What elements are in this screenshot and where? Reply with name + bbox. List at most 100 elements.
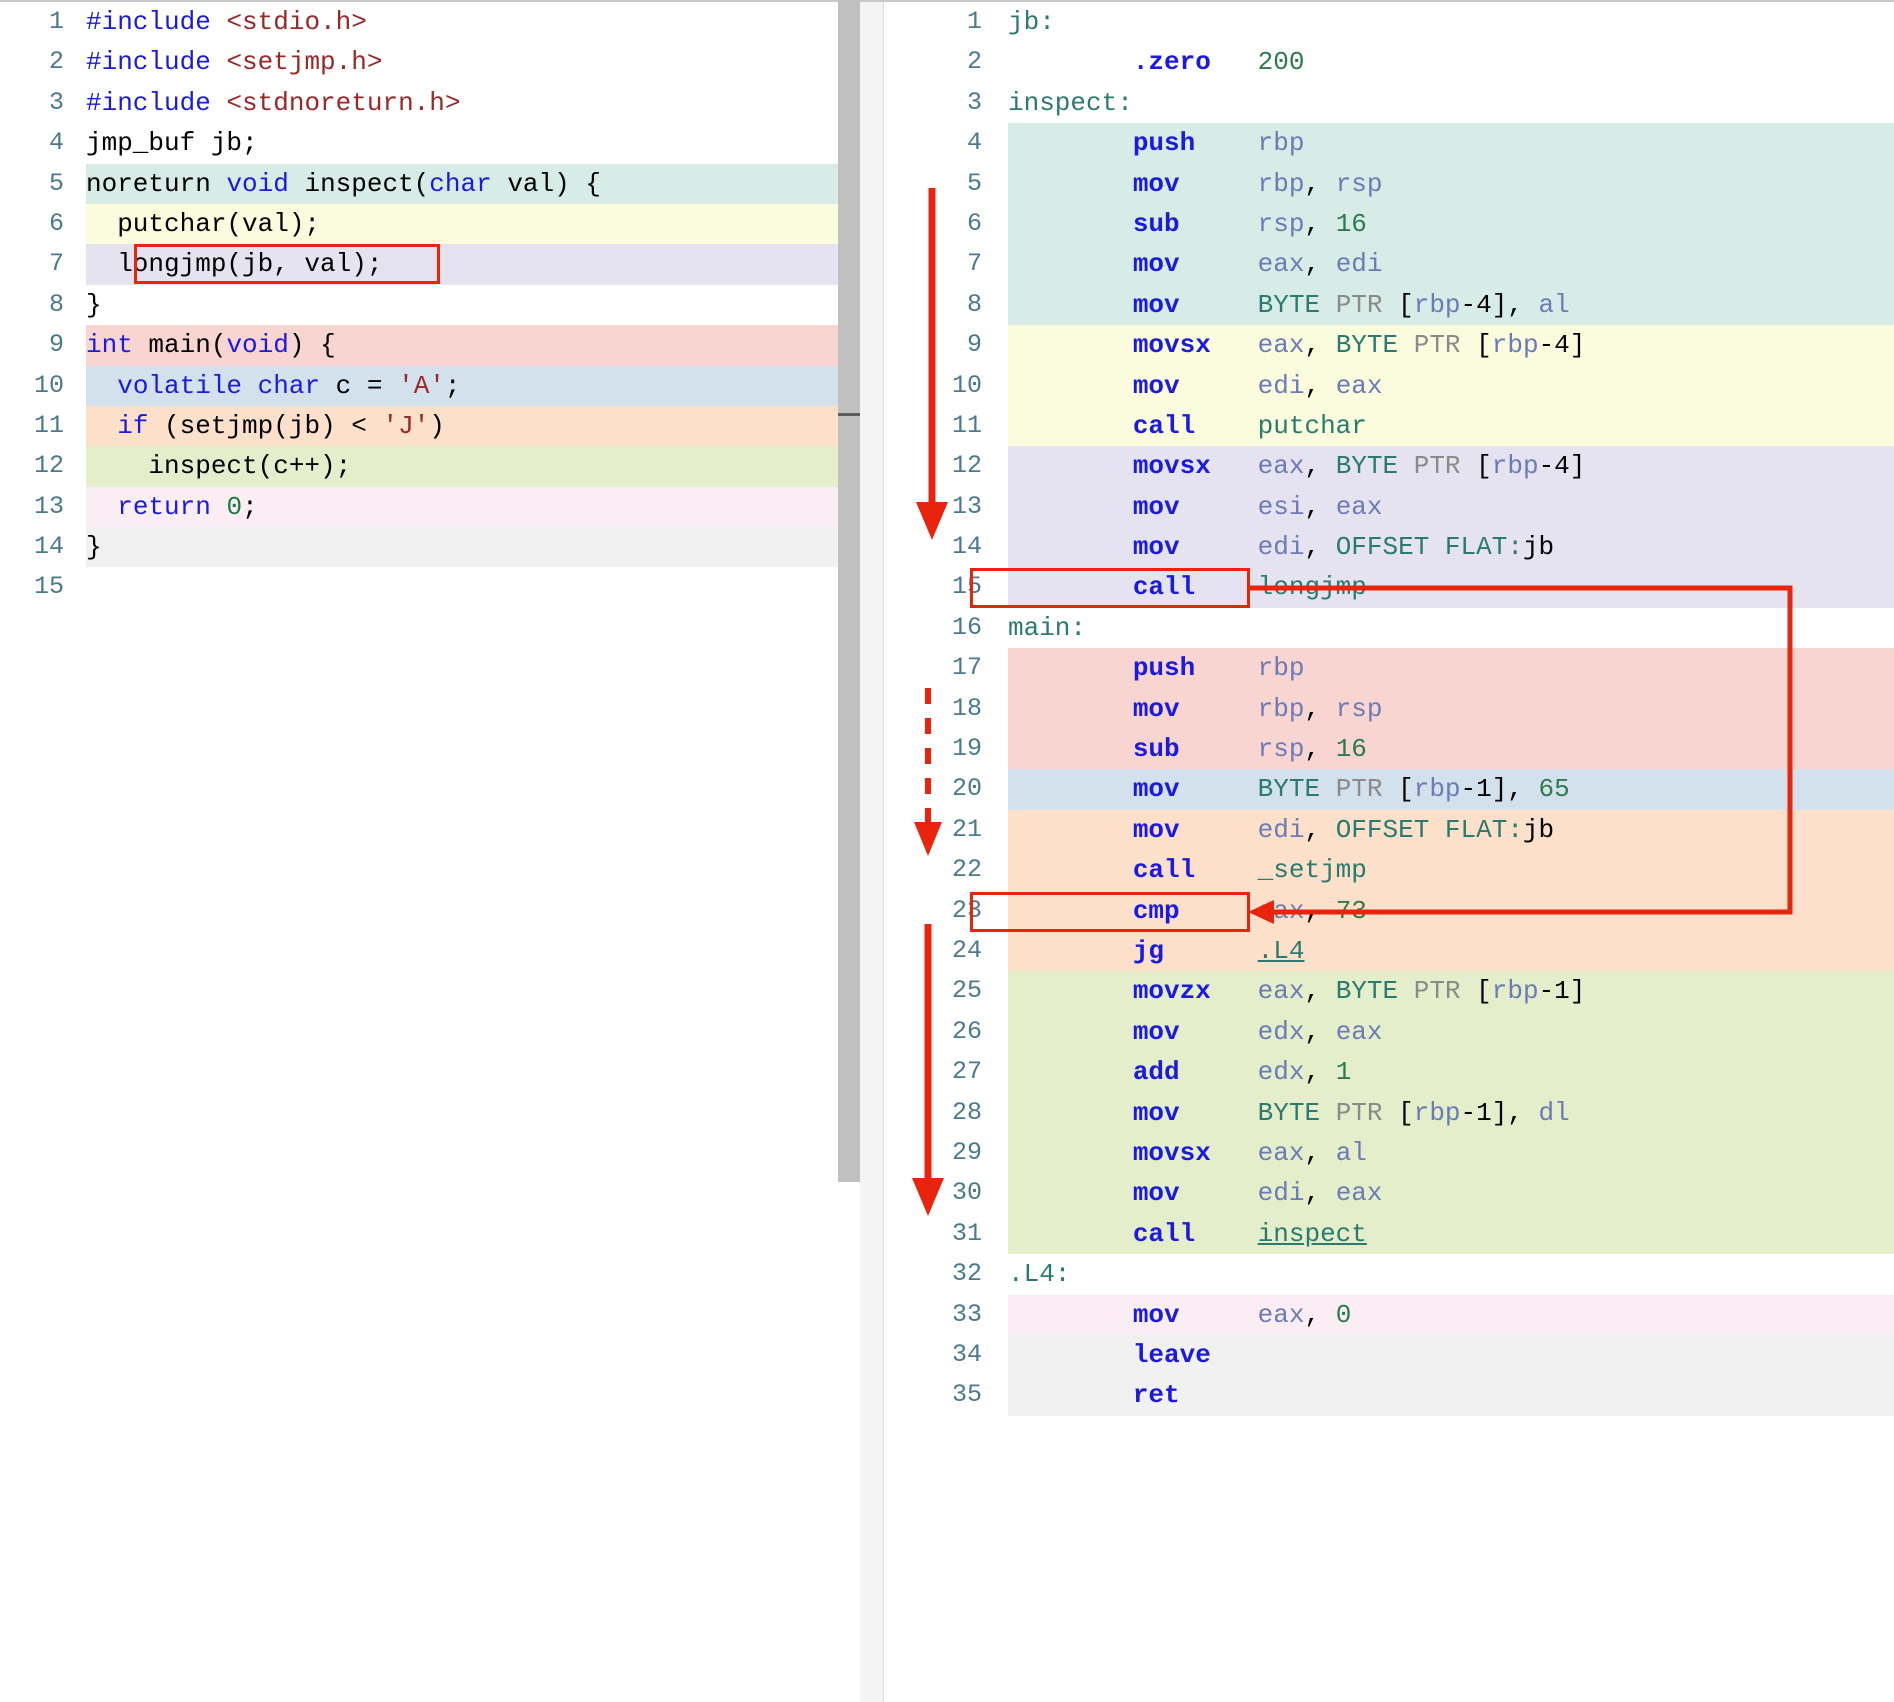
line-number: 8 — [0, 284, 86, 326]
code-text: movsx eax, al — [1132, 1137, 1367, 1168]
code-line[interactable]: 7 longjmp(jb, val); — [0, 244, 838, 285]
code-text: } — [86, 532, 102, 563]
line-number: 15 — [0, 567, 86, 608]
code-line[interactable]: 4 jmp_buf jb; — [0, 123, 838, 164]
code-line[interactable]: 34 leave — [884, 1334, 1894, 1376]
code-line[interactable]: 25 movzx eax, BYTE PTR [rbp-1] — [884, 971, 1894, 1012]
code-line[interactable]: 32 .L4: — [884, 1254, 1894, 1295]
code-line[interactable]: 19 sub rsp, 16 — [884, 729, 1894, 770]
line-number: 12 — [884, 446, 1008, 487]
code-line[interactable]: 22 call _setjmp — [884, 850, 1894, 891]
code-line[interactable]: 21 mov edi, OFFSET FLAT:jb — [884, 809, 1894, 851]
code-line[interactable]: 15 — [0, 567, 838, 608]
code-text: mov BYTE PTR [rbp-1], 65 — [1132, 774, 1570, 805]
code-text: mov rbp, rsp — [1132, 168, 1383, 199]
code-text: cmp eax, 73 — [1132, 895, 1367, 926]
line-number: 20 — [884, 769, 1008, 810]
assembly-line-list: 1 jb: 2 .zero 200 3 inspect: 4 push rbp 5 mov … — [884, 2, 1894, 1416]
line-number: 5 — [0, 163, 86, 204]
line-number: 1 — [0, 2, 86, 43]
code-line[interactable]: 6 putchar(val); — [0, 203, 838, 245]
code-line[interactable]: 13 return 0; — [0, 486, 838, 528]
source-code-pane[interactable]: 1 #include <stdio.h> 2 #include <setjmp.h> 3… — [0, 2, 838, 1702]
code-text: main: — [1008, 612, 1087, 643]
line-number: 4 — [884, 123, 1008, 164]
code-text: mov BYTE PTR [rbp-4], al — [1132, 289, 1570, 320]
code-text: sub rsp, 16 — [1132, 734, 1367, 765]
code-line[interactable]: 16 main: — [884, 607, 1894, 649]
line-number: 12 — [0, 446, 86, 487]
line-number: 22 — [884, 850, 1008, 891]
code-line[interactable]: 30 mov edi, eax — [884, 1173, 1894, 1214]
code-line[interactable]: 9 int main(void) { — [0, 325, 838, 366]
assembly-output-pane[interactable]: 1 jb: 2 .zero 200 3 inspect: 4 push rbp 5 mov … — [884, 2, 1894, 1702]
line-number: 18 — [884, 688, 1008, 730]
code-line[interactable]: 1 #include <stdio.h> — [0, 2, 838, 43]
code-line[interactable]: 4 push rbp — [884, 123, 1894, 164]
code-text: #include <stdio.h> — [86, 7, 367, 37]
code-text: mov rbp, rsp — [1132, 693, 1383, 724]
code-line[interactable]: 12 inspect(c++); — [0, 446, 838, 487]
code-line[interactable]: 18 mov rbp, rsp — [884, 688, 1894, 730]
code-line[interactable]: 2 #include <setjmp.h> — [0, 42, 838, 83]
code-line[interactable]: 11 if (setjmp(jb) < 'J') — [0, 405, 838, 447]
code-line[interactable]: 15 call longjmp — [884, 567, 1894, 608]
code-line[interactable]: 12 movsx eax, BYTE PTR [rbp-4] — [884, 446, 1894, 487]
code-text: return 0; — [117, 491, 258, 522]
code-line[interactable]: 14} — [0, 527, 838, 568]
line-number: 21 — [884, 809, 1008, 851]
code-text: inspect: — [1008, 87, 1133, 118]
source-scrollbar-divider — [838, 413, 860, 416]
code-text: mov edi, eax — [1132, 370, 1383, 401]
code-line[interactable]: 6 sub rsp, 16 — [884, 203, 1894, 245]
line-number: 8 — [884, 284, 1008, 326]
code-line[interactable]: 8} — [0, 284, 838, 326]
code-line[interactable]: 24 jg .L4 — [884, 930, 1894, 972]
code-text: jmp_buf jb; — [86, 128, 258, 159]
code-text: longjmp(jb, val); — [86, 249, 383, 280]
code-line[interactable]: 14 mov edi, OFFSET FLAT:jb — [884, 527, 1894, 568]
line-number: 30 — [884, 1173, 1008, 1214]
code-line[interactable]: 29 movsx eax, al — [884, 1132, 1894, 1174]
code-line[interactable]: 13 mov esi, eax — [884, 486, 1894, 528]
code-line[interactable]: 11 call putchar — [884, 405, 1894, 447]
code-line[interactable]: 35 ret — [884, 1375, 1894, 1416]
code-line[interactable]: 27 add edx, 1 — [884, 1052, 1894, 1093]
code-line[interactable]: 26 mov edx, eax — [884, 1011, 1894, 1053]
line-number: 6 — [0, 203, 86, 245]
code-line[interactable]: 23 cmp eax, 73 — [884, 890, 1894, 931]
code-text: mov esi, eax — [1132, 491, 1383, 522]
code-line[interactable]: 1 jb: — [884, 2, 1894, 43]
code-line[interactable]: 10 volatile char c = 'A'; — [0, 365, 838, 406]
code-line[interactable]: 2 .zero 200 — [884, 42, 1894, 83]
code-line[interactable]: 3 #include <stdnoreturn.h> — [0, 82, 838, 124]
code-text: jg .L4 — [1132, 935, 1305, 966]
code-text: #include <setjmp.h> — [86, 47, 383, 78]
colorized-compiler-explorer-view: 1 #include <stdio.h> 2 #include <setjmp.h> 3… — [0, 0, 1894, 1702]
line-highlight — [1008, 1254, 1894, 1294]
code-line[interactable]: 5 mov rbp, rsp — [884, 163, 1894, 204]
code-line[interactable]: 9 movsx eax, BYTE PTR [rbp-4] — [884, 325, 1894, 366]
code-line[interactable]: 10 mov edi, eax — [884, 365, 1894, 406]
code-text: #include <stdnoreturn.h> — [86, 87, 461, 118]
code-line[interactable]: 28 mov BYTE PTR [rbp-1], dl — [884, 1092, 1894, 1133]
code-line[interactable]: 33 mov eax, 0 — [884, 1294, 1894, 1335]
source-scrollbar-thumb[interactable] — [838, 0, 860, 1182]
code-line[interactable]: 5 noreturn void inspect(char val) { — [0, 163, 838, 204]
code-line[interactable]: 17 push rbp — [884, 648, 1894, 689]
code-line[interactable]: 31 call inspect — [884, 1213, 1894, 1255]
line-highlight — [86, 284, 838, 326]
line-number: 19 — [884, 729, 1008, 770]
code-text: .L4: — [1008, 1259, 1071, 1290]
line-highlight — [86, 527, 838, 568]
code-text: mov edx, eax — [1132, 1016, 1383, 1047]
code-line[interactable]: 3 inspect: — [884, 82, 1894, 124]
code-line[interactable]: 8 mov BYTE PTR [rbp-4], al — [884, 284, 1894, 326]
code-line[interactable]: 20 mov BYTE PTR [rbp-1], 65 — [884, 769, 1894, 810]
code-line[interactable]: 7 mov eax, edi — [884, 244, 1894, 285]
code-text: mov BYTE PTR [rbp-1], dl — [1132, 1097, 1570, 1128]
line-number: 34 — [884, 1334, 1008, 1376]
line-number: 6 — [884, 203, 1008, 245]
code-text: .zero 200 — [1132, 47, 1305, 78]
code-text: noreturn void inspect(char val) { — [86, 168, 601, 199]
